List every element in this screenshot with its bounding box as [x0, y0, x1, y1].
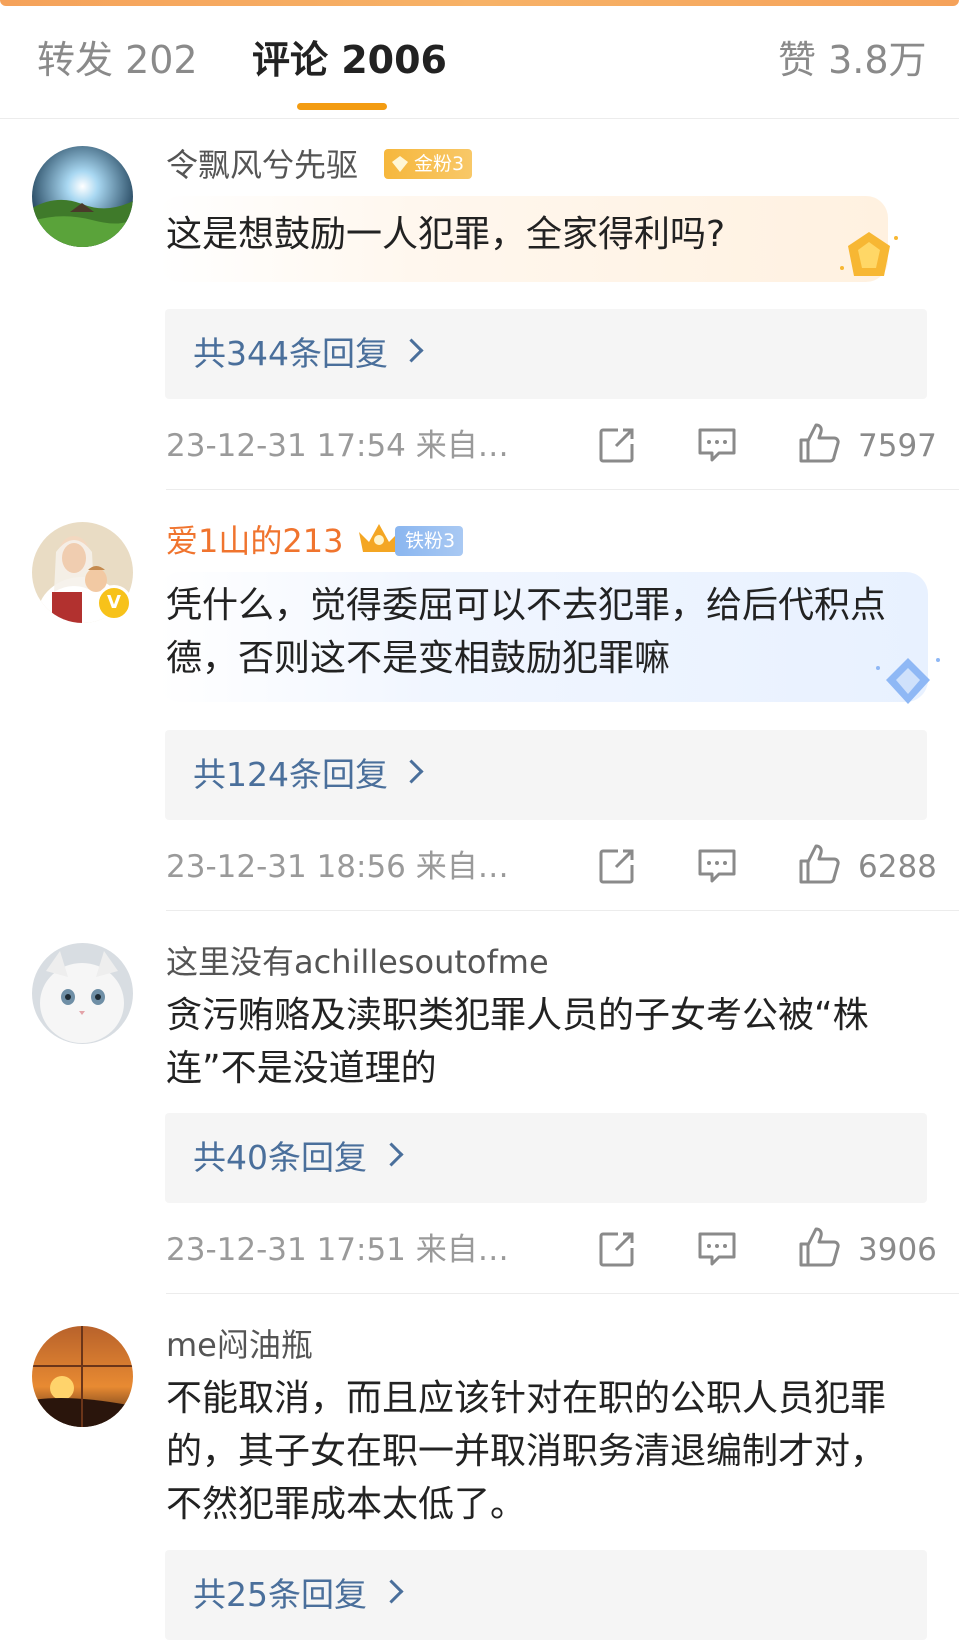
comment-meta: 23-12-31 17:51 来自… — [166, 1232, 509, 1268]
comment-icon[interactable] — [697, 426, 737, 464]
replies-button[interactable]: 共40条回复 — [165, 1113, 927, 1203]
fan-badge-label: 铁粉3 — [405, 530, 456, 552]
comment-meta: 23-12-31 18:56 来自… — [166, 849, 509, 885]
divider — [166, 1293, 959, 1294]
chevron-right-icon — [399, 338, 424, 363]
fan-level-badge: 铁粉3 — [395, 526, 464, 556]
chevron-right-icon — [399, 759, 424, 784]
username[interactable]: 爱1山的213 — [166, 521, 343, 561]
tab-comments[interactable]: 评论 2006 — [252, 36, 447, 84]
like-icon[interactable] — [797, 842, 841, 886]
like-count: 7597 — [858, 428, 937, 464]
comment-text: 凭什么，觉得委屈可以不去犯罪，给后代积点德，否则这不是变相鼓励犯罪嘛 — [166, 585, 887, 679]
username[interactable]: me闷油瓶 — [166, 1325, 313, 1365]
replies-label: 共344条回复 — [193, 334, 388, 373]
replies-label: 共25条回复 — [193, 1575, 367, 1614]
share-icon[interactable] — [598, 847, 636, 885]
landscape-avatar[interactable] — [32, 146, 133, 247]
replies-button[interactable]: 共344条回复 — [165, 309, 927, 399]
username[interactable]: 令飘风兮先驱 — [166, 145, 358, 185]
comment-meta: 23-12-31 17:54 来自… — [166, 428, 509, 464]
comment-text: 这是想鼓励一人犯罪，全家得利吗? — [166, 214, 726, 255]
fan-level-badge: 金粉3 — [384, 149, 473, 179]
like-count: 3906 — [858, 1232, 937, 1268]
fan-badge-label: 金粉3 — [414, 153, 465, 175]
replies-button[interactable]: 共25条回复 — [165, 1550, 927, 1640]
tab-likes[interactable]: 赞 3.8万 — [778, 36, 927, 84]
like-icon[interactable] — [797, 1225, 841, 1269]
comment-text: 不能取消，而且应该针对在职的公职人员犯罪的，其子女在职一并取消职务清退编制才对，… — [166, 1378, 887, 1525]
like-count: 6288 — [858, 849, 937, 885]
replies-label: 共40条回复 — [193, 1138, 367, 1177]
tab-repost[interactable]: 转发 202 — [37, 36, 198, 84]
gem-icon — [392, 156, 408, 172]
verified-badge-icon: V — [96, 585, 132, 621]
username[interactable]: 这里没有achillesoutofme — [166, 942, 549, 982]
divider — [166, 489, 959, 490]
replies-label: 共124条回复 — [193, 755, 388, 794]
cat-avatar[interactable] — [32, 943, 133, 1044]
comment-icon[interactable] — [697, 847, 737, 885]
comment-text: 贪污贿赂及渎职类犯罪人员的子女考公被“株连”不是没道理的 — [166, 995, 869, 1089]
chevron-right-icon — [379, 1142, 404, 1167]
sunset-avatar[interactable] — [32, 1326, 133, 1427]
tab-bar: 转发 202 评论 2006 赞 3.8万 — [0, 0, 959, 119]
replies-button[interactable]: 共124条回复 — [165, 730, 927, 820]
share-icon[interactable] — [598, 1230, 636, 1268]
chevron-right-icon — [379, 1579, 404, 1604]
share-icon[interactable] — [598, 426, 636, 464]
comment-icon[interactable] — [697, 1230, 737, 1268]
like-icon[interactable] — [797, 421, 841, 465]
divider — [166, 910, 959, 911]
active-tab-indicator — [297, 103, 387, 110]
